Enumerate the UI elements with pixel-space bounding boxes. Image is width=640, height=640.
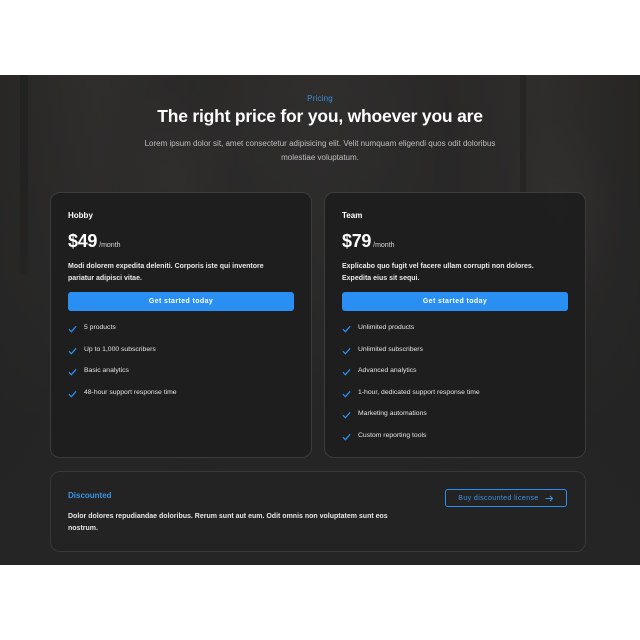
feature-label: Up to 1,000 subscribers [84,345,156,353]
feature-label: Unlimited products [358,324,415,331]
check-icon [342,433,351,441]
feature-item: 1-hour, dedicated support response time [342,389,480,411]
check-icon [342,325,351,333]
feature-label: 1-hour, dedicated support response time [358,388,480,396]
check-icon [342,347,351,355]
check-icon [342,390,351,398]
tier-name: Hobby [68,211,93,220]
feature-label: Basic analytics [84,367,129,374]
feature-item: Custom reporting tools [342,432,480,454]
feature-item: Marketing automations [342,410,480,432]
arrow-right-icon [545,495,554,501]
discounted-description: Dolor dolores repudiandae doloribus. Rer… [68,513,388,532]
feature-list: 5 products Up to 1,000 subscribers Basic… [68,324,177,410]
tier-description: Modi dolorem expedita deleniti. Corporis… [68,263,264,282]
feature-item: Up to 1,000 subscribers [68,346,177,368]
feature-label: Advanced analytics [358,367,417,374]
get-started-button-hobby[interactable]: Get started today [68,292,294,311]
discounted-card: Discounted Dolor dolores repudiandae dol… [50,471,586,552]
feature-item: Unlimited products [342,324,480,346]
check-icon [68,347,77,355]
tier-name: Team [342,211,363,220]
pricing-card-hobby: Hobby $49/month Modi dolorem expedita de… [50,192,312,458]
check-icon [342,411,351,419]
section-description: Lorem ipsum dolor sit, amet consectetur … [144,139,496,162]
get-started-button-team[interactable]: Get started today [342,292,568,311]
price-period: /month [373,242,395,249]
feature-item: 48-hour support response time [68,389,177,411]
section-eyebrow: Pricing [307,94,333,103]
feature-label: Unlimited subscribers [358,345,423,353]
buy-discounted-license-button[interactable]: Buy discounted license [445,489,567,507]
tier-description: Explicabo quo fugit vel facere ullam cor… [342,263,534,282]
feature-label: 48-hour support response time [84,388,177,396]
tier-price: $79 [342,231,372,251]
pricing-section: Pricing The right price for you, whoever… [0,75,640,565]
feature-item: Unlimited subscribers [342,346,480,368]
price-row: $79/month [342,231,395,252]
feature-list: Unlimited products Unlimited subscribers… [342,324,480,453]
check-icon [68,368,77,376]
price-period: /month [99,242,121,249]
feature-label: Marketing automations [358,410,427,417]
feature-item: Basic analytics [68,367,177,389]
feature-label: 5 products [84,324,116,331]
check-icon [342,368,351,376]
feature-item: Advanced analytics [342,367,480,389]
pricing-card-team: Team $79/month Explicabo quo fugit vel f… [324,192,586,458]
tier-price: $49 [68,231,98,251]
feature-label: Custom reporting tools [358,431,427,439]
button-label: Buy discounted license [458,494,539,502]
page-title: The right price for you, whoever you are [157,106,483,126]
discounted-title: Discounted [68,491,112,500]
check-icon [68,325,77,333]
check-icon [68,390,77,398]
feature-item: 5 products [68,324,177,346]
price-row: $49/month [68,231,121,252]
